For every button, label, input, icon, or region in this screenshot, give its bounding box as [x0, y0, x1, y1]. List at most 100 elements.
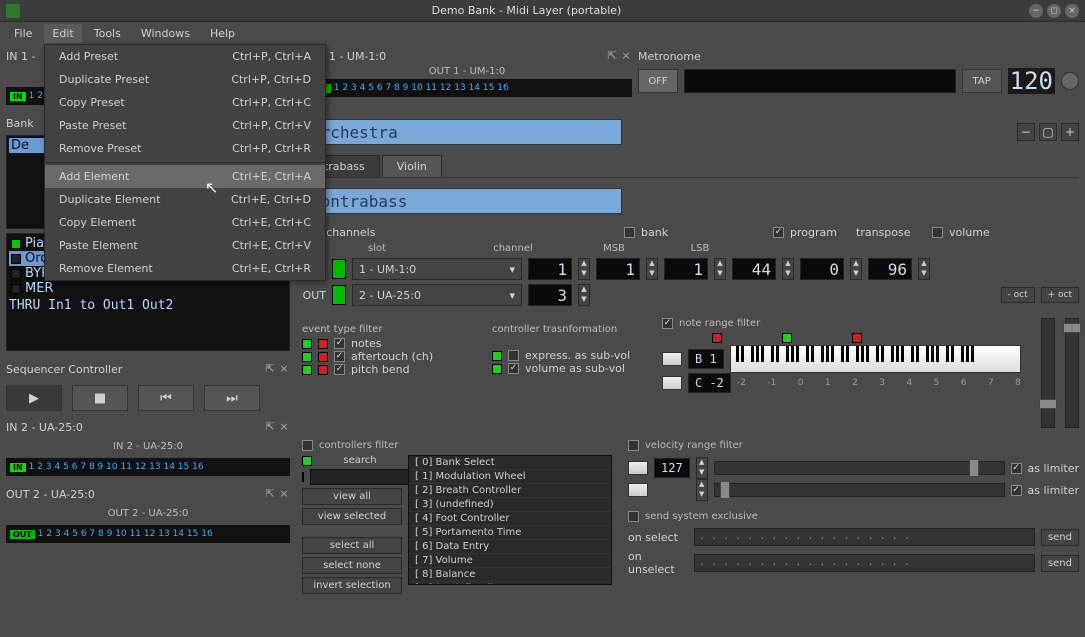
vel-slider-1[interactable]	[714, 461, 1005, 475]
oct-plus-button[interactable]: + oct	[1041, 287, 1079, 303]
note-high[interactable]: C -2	[688, 373, 731, 393]
controller-row[interactable]: [ 5] Portamento Time	[409, 526, 611, 540]
remove-button[interactable]: −	[1017, 123, 1035, 141]
menu-item-add-element[interactable]: Add ElementCtrl+E, Ctrl+A	[45, 165, 325, 188]
invert-selection-button[interactable]: invert selection	[302, 577, 402, 594]
pitch-led-g[interactable]	[302, 365, 312, 375]
out-channel-spin[interactable]: 3	[528, 284, 572, 306]
controller-row[interactable]: [ 7] Volume	[409, 554, 611, 568]
transpose-arrows[interactable]: ▲▼	[850, 258, 862, 280]
preset-led[interactable]	[11, 239, 21, 249]
notes-checkbox[interactable]	[334, 338, 345, 349]
msb-spin[interactable]: 1	[596, 258, 640, 280]
vel-arrows-1[interactable]: ▲▼	[696, 457, 708, 479]
view-selected-button[interactable]: view selected	[302, 508, 402, 525]
controller-row[interactable]: [ 2] Breath Controller	[409, 484, 611, 498]
duplicate-button[interactable]: ▢	[1039, 123, 1057, 141]
select-all-button[interactable]: select all	[302, 537, 402, 554]
bpm-knob[interactable]	[1061, 72, 1079, 90]
send-button-1[interactable]: send	[1041, 529, 1079, 546]
aslimiter-1-checkbox[interactable]	[1011, 463, 1022, 474]
menu-help[interactable]: Help	[202, 24, 243, 43]
menu-item-copy-element[interactable]: Copy ElementCtrl+E, Ctrl+C	[45, 211, 325, 234]
detach-icon[interactable]: ⇱	[606, 50, 618, 62]
select-none-button[interactable]: select none	[302, 557, 402, 574]
metronome-off-button[interactable]: OFF	[638, 69, 678, 93]
notes-led-r[interactable]	[318, 339, 328, 349]
controller-row[interactable]: [ 9] (undefined)	[409, 582, 611, 585]
menu-tools[interactable]: Tools	[86, 24, 129, 43]
menu-item-remove-element[interactable]: Remove ElementCtrl+E, Ctrl+R	[45, 257, 325, 280]
vel-arrows-2[interactable]: ▲▼	[696, 479, 708, 501]
send-button-2[interactable]: send	[1041, 555, 1079, 572]
program-checkbox[interactable]	[773, 227, 784, 238]
play-button[interactable]: ▶	[6, 385, 62, 411]
element-name-field[interactable]: Contrabass	[302, 188, 622, 214]
minimize-button[interactable]: −	[1029, 4, 1043, 18]
ctrlfilter-checkbox[interactable]	[302, 440, 313, 451]
close-panel-icon[interactable]: ×	[278, 488, 290, 500]
prev-button[interactable]: ⏮	[138, 385, 194, 411]
view-all-button[interactable]: view all	[302, 488, 402, 505]
lsb-arrows[interactable]: ▲▼	[714, 258, 726, 280]
pitch-checkbox[interactable]	[334, 364, 345, 375]
next-button[interactable]: ⏭	[204, 385, 260, 411]
detach-icon[interactable]: ⇱	[264, 421, 276, 433]
menu-item-remove-preset[interactable]: Remove PresetCtrl+P, Ctrl+R	[45, 137, 325, 160]
close-panel-icon[interactable]: ×	[278, 363, 290, 375]
controller-row[interactable]: [ 3] (undefined)	[409, 498, 611, 512]
menu-item-add-preset[interactable]: Add PresetCtrl+P, Ctrl+A	[45, 45, 325, 68]
preset-row[interactable]: MER	[9, 281, 287, 296]
program-arrows[interactable]: ▲▼	[782, 258, 794, 280]
close-panel-icon[interactable]: ×	[620, 50, 632, 62]
stop-button[interactable]: ■	[72, 385, 128, 411]
in-channel-spin[interactable]: 1	[528, 258, 572, 280]
metronome-tap-button[interactable]: TAP	[962, 69, 1002, 93]
slider-1[interactable]	[1041, 318, 1055, 428]
menu-item-copy-preset[interactable]: Copy PresetCtrl+P, Ctrl+C	[45, 91, 325, 114]
preset-name-field[interactable]: Orchestra	[302, 119, 622, 145]
close-panel-icon[interactable]: ×	[278, 421, 290, 433]
lsb-spin[interactable]: 1	[664, 258, 708, 280]
bpm-display[interactable]: 120	[1008, 68, 1055, 94]
menu-file[interactable]: File	[6, 24, 40, 43]
vol-led[interactable]	[492, 364, 502, 374]
expr-led[interactable]	[492, 351, 502, 361]
controller-row[interactable]: [ 6] Data Entry	[409, 540, 611, 554]
detach-icon[interactable]: ⇱	[264, 363, 276, 375]
onunselect-field[interactable]: . . . . . . . . . . . . . . . . . .	[694, 554, 1035, 572]
menu-item-paste-preset[interactable]: Paste PresetCtrl+P, Ctrl+V	[45, 114, 325, 137]
cf-led-r[interactable]	[302, 472, 304, 482]
vol-checkbox[interactable]	[508, 363, 519, 374]
maximize-button[interactable]: ◻	[1047, 4, 1061, 18]
sysex-checkbox[interactable]	[628, 511, 639, 522]
aslimiter-2-checkbox[interactable]	[1011, 485, 1022, 496]
close-button[interactable]: ×	[1065, 4, 1079, 18]
preset-led[interactable]	[11, 254, 21, 264]
bank-checkbox[interactable]	[624, 227, 635, 238]
volume-checkbox[interactable]	[932, 227, 943, 238]
in-slot-combo[interactable]: 1 - UM-1:0	[352, 258, 522, 280]
menu-edit[interactable]: Edit	[44, 24, 81, 43]
cf-led-g[interactable]	[302, 456, 312, 466]
after-led-r[interactable]	[318, 352, 328, 362]
noterange-checkbox[interactable]	[662, 318, 673, 329]
velrange-checkbox[interactable]	[628, 440, 639, 451]
tab-violin[interactable]: Violin	[382, 155, 442, 177]
onselect-field[interactable]: . . . . . . . . . . . . . . . . . .	[694, 528, 1035, 546]
msb-arrows[interactable]: ▲▼	[646, 258, 658, 280]
out-slot-combo[interactable]: 2 - UA-25:0	[352, 284, 522, 306]
slider-2[interactable]	[1065, 318, 1079, 428]
note-low[interactable]: B 1	[688, 349, 724, 369]
menu-item-duplicate-preset[interactable]: Duplicate PresetCtrl+P, Ctrl+D	[45, 68, 325, 91]
volume-spin[interactable]: 96	[868, 258, 912, 280]
expr-checkbox[interactable]	[508, 350, 519, 361]
controller-row[interactable]: [ 0] Bank Select	[409, 456, 611, 470]
menu-windows[interactable]: Windows	[133, 24, 198, 43]
detach-icon[interactable]: ⇱	[264, 488, 276, 500]
vel-slider-2[interactable]	[714, 483, 1005, 497]
menu-item-duplicate-element[interactable]: Duplicate ElementCtrl+E, Ctrl+D	[45, 188, 325, 211]
controller-list[interactable]: [ 0] Bank Select[ 1] Modulation Wheel[ 2…	[408, 455, 612, 585]
preset-led[interactable]	[11, 284, 21, 294]
keyboard-range[interactable]	[730, 345, 1021, 373]
